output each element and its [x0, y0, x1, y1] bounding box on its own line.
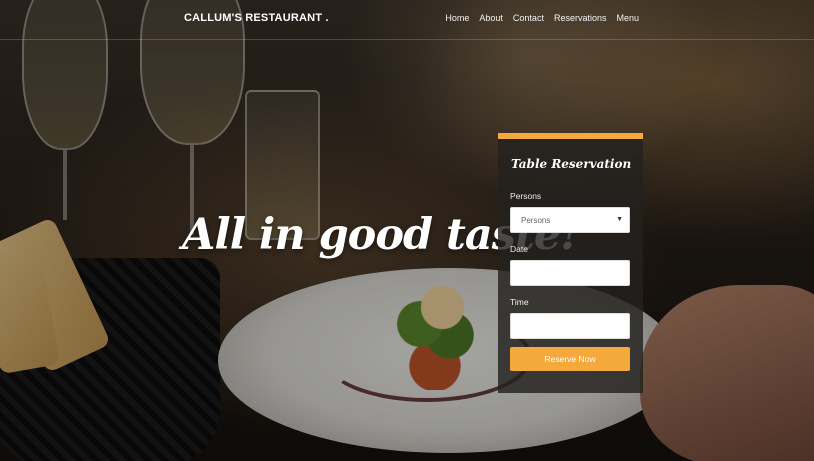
- persons-label: Persons: [510, 191, 542, 201]
- persons-select-value: Persons: [521, 216, 551, 225]
- caret-down-icon: ▼: [616, 216, 623, 223]
- nav-item-contact[interactable]: Contact: [513, 13, 544, 23]
- nav-item-home[interactable]: Home: [445, 13, 469, 23]
- reserve-now-button[interactable]: Reserve Now: [510, 347, 630, 371]
- persons-select[interactable]: Persons ▼: [510, 207, 630, 233]
- date-input[interactable]: [510, 260, 630, 286]
- time-label: Time: [510, 297, 529, 307]
- brand-logo[interactable]: CALLUM'S RESTAURANT .: [184, 12, 329, 24]
- top-navbar: CALLUM'S RESTAURANT . Home About Contact…: [0, 0, 814, 40]
- nav-links: Home About Contact Reservations Menu: [445, 13, 639, 23]
- nav-item-reservations[interactable]: Reservations: [554, 13, 607, 23]
- nav-item-about[interactable]: About: [479, 13, 503, 23]
- reservation-title: Table Reservation: [511, 157, 632, 171]
- date-label: Date: [510, 244, 528, 254]
- time-input[interactable]: [510, 313, 630, 339]
- nav-item-menu[interactable]: Menu: [616, 13, 639, 23]
- reservation-panel: Table Reservation Persons Persons ▼ Date…: [498, 133, 643, 393]
